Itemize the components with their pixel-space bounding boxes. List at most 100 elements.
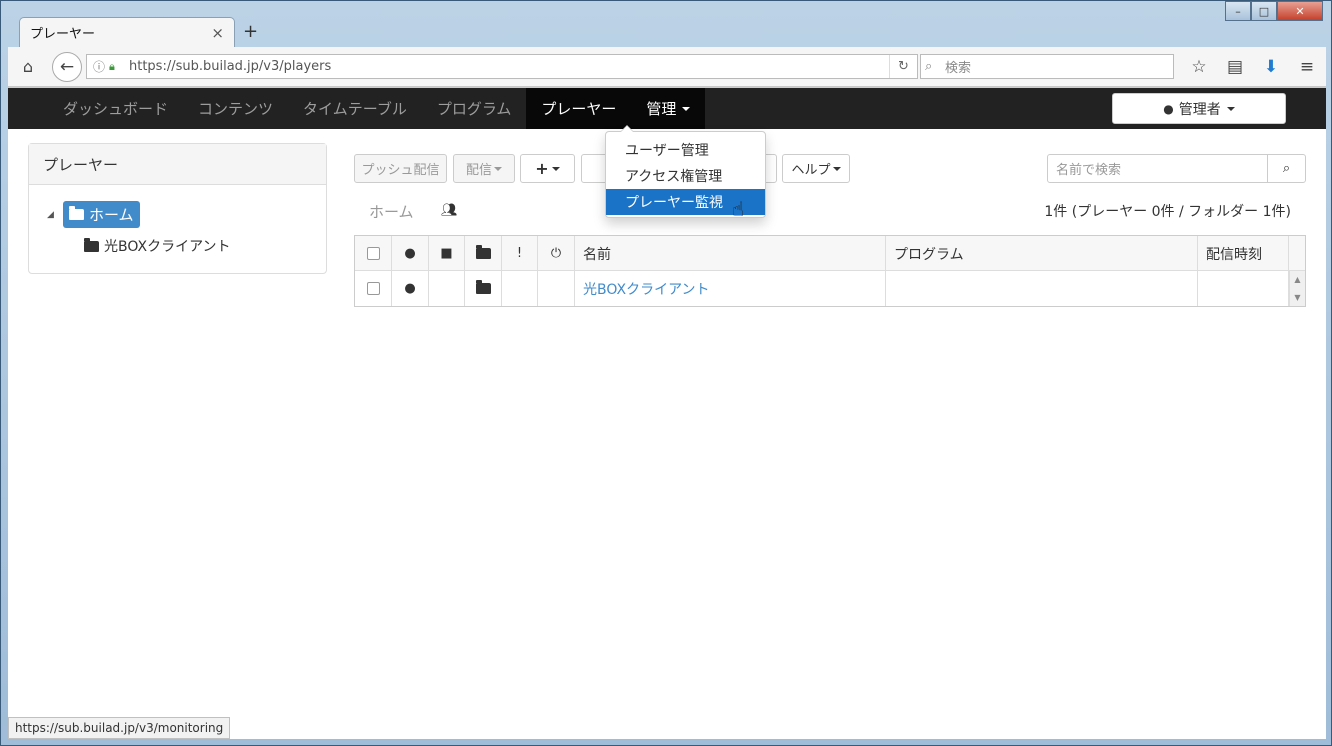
row-alert-cell [502,271,538,306]
user-label: 管理者 [1178,101,1221,118]
deliver-label: 配信 [465,163,492,178]
browser-toolbar: ⌂ ← ⓘ 🔒︎ https://sub.builad.jp/v3/player… [8,47,1326,87]
nav-program[interactable]: プログラム [422,88,527,129]
plus-icon: + [535,159,549,178]
nav-admin[interactable]: 管理 [631,88,706,129]
url-bar[interactable]: ⓘ 🔒︎ https://sub.builad.jp/v3/players ↻ [86,54,918,79]
browser-search-placeholder: 検索 [945,61,972,76]
maximize-button[interactable]: □ [1251,1,1277,21]
user-icon: ● [1163,101,1174,116]
star-icon[interactable]: ☆ [1186,55,1212,79]
nav-contents[interactable]: コンテンツ [183,88,288,129]
search-icon: ⌕ [925,59,933,74]
back-arrow-icon[interactable]: ← [52,51,82,82]
sidebar-panel: プレーヤー ◢ ホーム 光BOXクライアント [28,143,327,274]
minimize-button[interactable]: – [1225,1,1251,21]
user-icon: ● [404,246,416,261]
caret-down-icon [551,166,560,171]
column-header-name[interactable]: 名前 [575,236,886,271]
user-menu-button[interactable]: ● 管理者 [1112,93,1286,124]
row-checkbox[interactable] [366,282,380,295]
users-icon[interactable]: 👥︎ [441,203,458,218]
search-icon: ⌕ [1282,161,1291,176]
push-deliver-button[interactable]: プッシュ配信 [354,154,447,183]
deliver-dropdown-button[interactable]: 配信 [453,154,515,183]
download-icon[interactable]: ⬇ [1258,55,1284,79]
header-power: ⏻ [538,236,575,271]
search-button[interactable]: ⌕ [1267,154,1306,183]
table-scrollbar[interactable]: ▲ ▼ [1289,271,1305,306]
add-dropdown-button[interactable]: + [520,154,575,183]
select-all-checkbox[interactable] [366,247,380,260]
header-lock: ■ [429,236,465,271]
scroll-up-icon[interactable]: ▲ [1294,275,1300,284]
main-nav: ダッシュボード コンテンツ タイムテーブル プログラム プレーヤー 管理 [48,88,706,129]
row-time-cell [1198,271,1289,306]
new-tab-button[interactable]: + [243,21,258,42]
caret-down-icon [682,106,691,111]
dropdown-arrow [620,125,634,132]
folder-open-icon [475,245,491,259]
scroll-down-icon[interactable]: ▼ [1294,293,1300,302]
nav-timetable[interactable]: タイムテーブル [288,88,422,129]
lock-icon: ■ [440,246,453,261]
header-alert: ! [502,236,538,271]
home-icon[interactable]: ⌂ [14,57,42,76]
row-power-cell [538,271,575,306]
table-header-row: ● ■ ! ⏻ 名前 プログラム 配信時刻 [355,236,1305,271]
hand-pointer-icon: ☝ [732,197,745,221]
players-table: ● ■ ! ⏻ 名前 プログラム 配信時刻 ● 光BOXクライアント ▲ ▼ [354,235,1306,307]
caret-down-icon [832,166,841,171]
header-user: ● [392,236,429,271]
tree-node-child[interactable]: 光BOXクライアント [84,235,231,257]
row-user-cell: ● [392,271,429,306]
nav-dashboard[interactable]: ダッシュボード [48,88,183,129]
folder-open-icon [69,206,84,220]
caret-down-icon [1226,106,1235,111]
tree-node-label: 光BOXクライアント [104,239,231,255]
select-all-cell [355,236,392,271]
menu-item-user-management[interactable]: ユーザー管理 [606,137,765,163]
row-program-cell [886,271,1198,306]
tab-close-icon[interactable]: × [211,24,224,42]
help-label: ヘルプ [791,163,831,178]
toolbar-right: ☆ ▤ ⬇ ≡ [1186,55,1320,79]
app-navbar: ダッシュボード コンテンツ タイムテーブル プログラム プレーヤー 管理 ● 管… [8,88,1326,129]
info-icon[interactable]: ⓘ [93,58,109,75]
row-lock-cell [429,271,465,306]
breadcrumb-home[interactable]: ホーム [369,201,414,222]
folder-open-icon [84,237,99,252]
column-header-time[interactable]: 配信時刻 [1198,236,1289,271]
browser-search-bar[interactable]: ⌕ 検索 [920,54,1174,79]
column-header-program[interactable]: プログラム [886,236,1198,271]
nav-admin-label: 管理 [646,100,677,118]
row-name-cell: 光BOXクライアント [575,271,886,306]
item-count: 1件 (プレーヤー 0件 / フォルダー 1件) [1044,204,1291,220]
reload-icon[interactable]: ↻ [889,55,917,78]
tree-node-home[interactable]: ホーム [63,201,140,228]
url-text[interactable]: https://sub.builad.jp/v3/players [125,59,889,74]
table-row[interactable]: ● 光BOXクライアント [355,271,1305,306]
library-icon[interactable]: ▤ [1222,55,1248,79]
nav-player[interactable]: プレーヤー [526,88,632,129]
menu-item-access-rights[interactable]: アクセス権管理 [606,163,765,189]
close-window-button[interactable]: ✕ [1277,1,1323,21]
browser-tab[interactable]: プレーヤー × [19,17,235,47]
header-folder [465,236,502,271]
power-icon: ⏻ [550,246,562,261]
caret-down-icon [494,166,502,171]
window-controls: – □ ✕ [1225,1,1323,21]
user-icon: ● [404,281,416,296]
tab-title: プレーヤー [30,27,96,42]
name-search-input[interactable]: 名前で検索 [1047,154,1268,183]
status-bar-url: https://sub.builad.jp/v3/monitoring [8,717,231,739]
tree-node-label: ホーム [89,206,134,224]
browser-window: – □ ✕ プレーヤー × + ⌂ ← ⓘ 🔒︎ https://sub.bui… [0,0,1332,746]
row-folder-cell [465,271,502,306]
row-name-link[interactable]: 光BOXクライアント [583,279,710,299]
exclamation-icon: ! [516,246,523,261]
row-select-cell [355,271,392,306]
tree-collapse-icon[interactable]: ◢ [47,210,54,220]
hamburger-icon[interactable]: ≡ [1294,55,1320,79]
help-dropdown-button[interactable]: ヘルプ [782,154,850,183]
